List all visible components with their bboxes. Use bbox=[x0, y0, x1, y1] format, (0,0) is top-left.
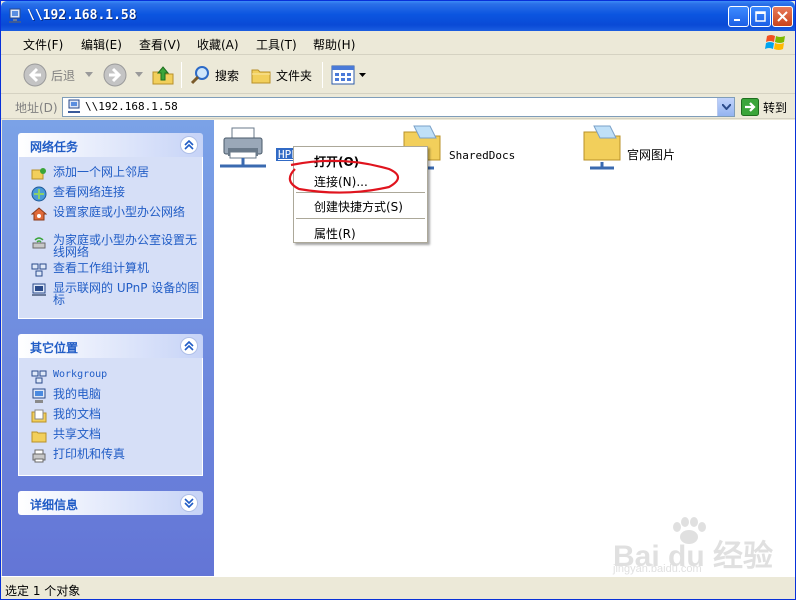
status-text: 选定 1 个对象 bbox=[5, 584, 81, 598]
chevron-down-icon bbox=[85, 72, 94, 77]
menu-file[interactable]: 文件(F) bbox=[23, 36, 63, 53]
folders-label: 文件夹 bbox=[276, 68, 313, 83]
menu-help[interactable]: 帮助(H) bbox=[313, 36, 355, 53]
my-documents-icon bbox=[31, 409, 47, 423]
shared-documents-icon bbox=[31, 431, 47, 443]
search-label: 搜索 bbox=[215, 68, 240, 83]
address-dropdown-button[interactable] bbox=[717, 98, 734, 116]
up-folder-button[interactable] bbox=[151, 62, 175, 88]
context-menu-separator bbox=[296, 218, 425, 219]
baidu-watermark: Bai du 经验 jingyan.baidu.com bbox=[613, 517, 783, 581]
address-bar: 地址(D) \\192.168.1.58 转到 bbox=[1, 95, 795, 119]
expand-button[interactable] bbox=[180, 494, 198, 512]
address-input[interactable]: \\192.168.1.58 bbox=[62, 97, 735, 117]
other-places-title: 其它位置 bbox=[30, 341, 79, 355]
window-title: \\192.168.1.58 bbox=[27, 8, 137, 23]
task-show-upnp-devices[interactable]: 显示联网的 UPnP 设备的图标 bbox=[31, 282, 201, 306]
place-my-computer[interactable]: 我的电脑 bbox=[31, 388, 201, 404]
network-tasks-title: 网络任务 bbox=[30, 140, 79, 154]
other-places-header[interactable]: 其它位置 bbox=[18, 334, 203, 358]
network-tasks-panel: 添加一个网上邻居 查看网络连接 设置家庭或小型办公网络 为家庭或小型办公室设置无… bbox=[18, 157, 203, 319]
forward-arrow-icon bbox=[103, 63, 127, 87]
shared-printer-icon bbox=[220, 127, 266, 168]
views-icon bbox=[331, 65, 355, 85]
chevron-down-icon bbox=[359, 72, 366, 77]
search-button[interactable]: 搜索 bbox=[189, 62, 239, 88]
menu-bar: 文件(F) 编辑(E) 查看(V) 收藏(A) 工具(T) 帮助(H) bbox=[1, 31, 795, 55]
share-label-shareddocs: SharedDocs bbox=[449, 149, 516, 162]
task-view-network-connections[interactable]: 查看网络连接 bbox=[31, 186, 201, 202]
address-value: \\192.168.1.58 bbox=[85, 100, 178, 113]
back-arrow-icon bbox=[23, 63, 47, 87]
other-places-panel: Workgroup 我的电脑 我的文档 共享文档 打印机和传真 bbox=[18, 358, 203, 476]
place-workgroup[interactable]: Workgroup bbox=[31, 369, 201, 385]
windows-logo-icon bbox=[765, 35, 785, 50]
task-pane: 网络任务 添加一个网上邻居 查看网络连接 设置家庭或小型办公网络 为家庭或小型办… bbox=[2, 120, 214, 576]
menu-view[interactable]: 查看(V) bbox=[139, 36, 181, 53]
network-tasks-header[interactable]: 网络任务 bbox=[18, 133, 203, 157]
title-bar[interactable]: \\192.168.1.58 bbox=[1, 1, 795, 31]
workgroup-computers-icon bbox=[31, 263, 47, 277]
share-item-official-images[interactable]: 官网图片 bbox=[580, 124, 720, 174]
workgroup-icon bbox=[31, 370, 47, 384]
chevron-down-icon bbox=[184, 498, 194, 508]
toolbar-separator bbox=[322, 62, 323, 88]
printers-faxes-icon bbox=[32, 449, 46, 463]
place-printers-faxes[interactable]: 打印机和传真 bbox=[31, 448, 201, 464]
toolbar: 后退 搜索 文件夹 bbox=[1, 56, 795, 94]
menu-edit[interactable]: 编辑(E) bbox=[81, 36, 122, 53]
chevron-down-icon bbox=[722, 104, 731, 110]
minimize-button[interactable] bbox=[728, 6, 749, 27]
folder-icon bbox=[251, 69, 271, 84]
shared-folder-icon bbox=[583, 125, 621, 170]
go-arrow-icon bbox=[741, 98, 759, 116]
share-label-official-images: 官网图片 bbox=[627, 148, 676, 162]
add-network-place-icon bbox=[31, 168, 46, 180]
collapse-button[interactable] bbox=[180, 136, 198, 154]
chevron-up-icon bbox=[184, 341, 194, 351]
chevron-down-icon bbox=[135, 72, 143, 77]
task-setup-home-network[interactable]: 设置家庭或小型办公网络 bbox=[31, 206, 201, 222]
details-header[interactable]: 详细信息 bbox=[18, 491, 203, 515]
watermark-url: jingyan.baidu.com bbox=[613, 563, 702, 575]
annotation-ellipse bbox=[288, 159, 400, 194]
back-button[interactable]: 后退 bbox=[23, 62, 94, 88]
context-menu-properties[interactable]: 属性(R) bbox=[314, 225, 356, 242]
menu-favorites[interactable]: 收藏(A) bbox=[197, 36, 239, 53]
forward-button[interactable] bbox=[103, 62, 143, 88]
wireless-network-icon bbox=[32, 237, 46, 249]
place-my-documents[interactable]: 我的文档 bbox=[31, 408, 201, 424]
network-connections-icon bbox=[31, 186, 47, 202]
place-shared-documents[interactable]: 共享文档 bbox=[31, 428, 201, 444]
close-icon bbox=[777, 11, 788, 22]
views-button[interactable] bbox=[331, 62, 366, 88]
task-setup-wireless-network[interactable]: 为家庭或小型办公室设置无线网络 bbox=[31, 234, 201, 258]
menu-tools[interactable]: 工具(T) bbox=[256, 36, 297, 53]
go-label: 转到 bbox=[763, 100, 788, 115]
minimize-icon bbox=[734, 19, 740, 21]
go-button[interactable]: 转到 bbox=[741, 98, 787, 116]
network-computer-icon bbox=[68, 99, 80, 113]
task-view-workgroup-computers[interactable]: 查看工作组计算机 bbox=[31, 262, 201, 278]
collapse-button[interactable] bbox=[180, 337, 198, 355]
up-folder-icon bbox=[152, 66, 174, 85]
close-button[interactable] bbox=[772, 6, 793, 27]
home-network-icon bbox=[31, 207, 47, 221]
address-label: 地址(D) bbox=[15, 101, 58, 115]
search-icon bbox=[190, 66, 209, 85]
details-title: 详细信息 bbox=[30, 498, 79, 512]
network-computer-icon bbox=[9, 8, 21, 23]
chevron-up-icon bbox=[184, 140, 194, 150]
folders-button[interactable]: 文件夹 bbox=[250, 62, 312, 88]
my-computer-icon bbox=[32, 388, 46, 403]
maximize-button[interactable] bbox=[750, 6, 771, 27]
back-label: 后退 bbox=[51, 68, 76, 83]
context-menu-create-shortcut[interactable]: 创建快捷方式(S) bbox=[314, 198, 403, 215]
task-add-network-place[interactable]: 添加一个网上邻居 bbox=[31, 166, 201, 182]
upnp-device-icon bbox=[32, 283, 46, 296]
maximize-icon bbox=[755, 11, 766, 22]
explorer-window: \\192.168.1.58 文件(F) 编辑(E) 查看(V) 收藏(A) 工… bbox=[0, 0, 796, 600]
toolbar-separator bbox=[181, 62, 182, 88]
